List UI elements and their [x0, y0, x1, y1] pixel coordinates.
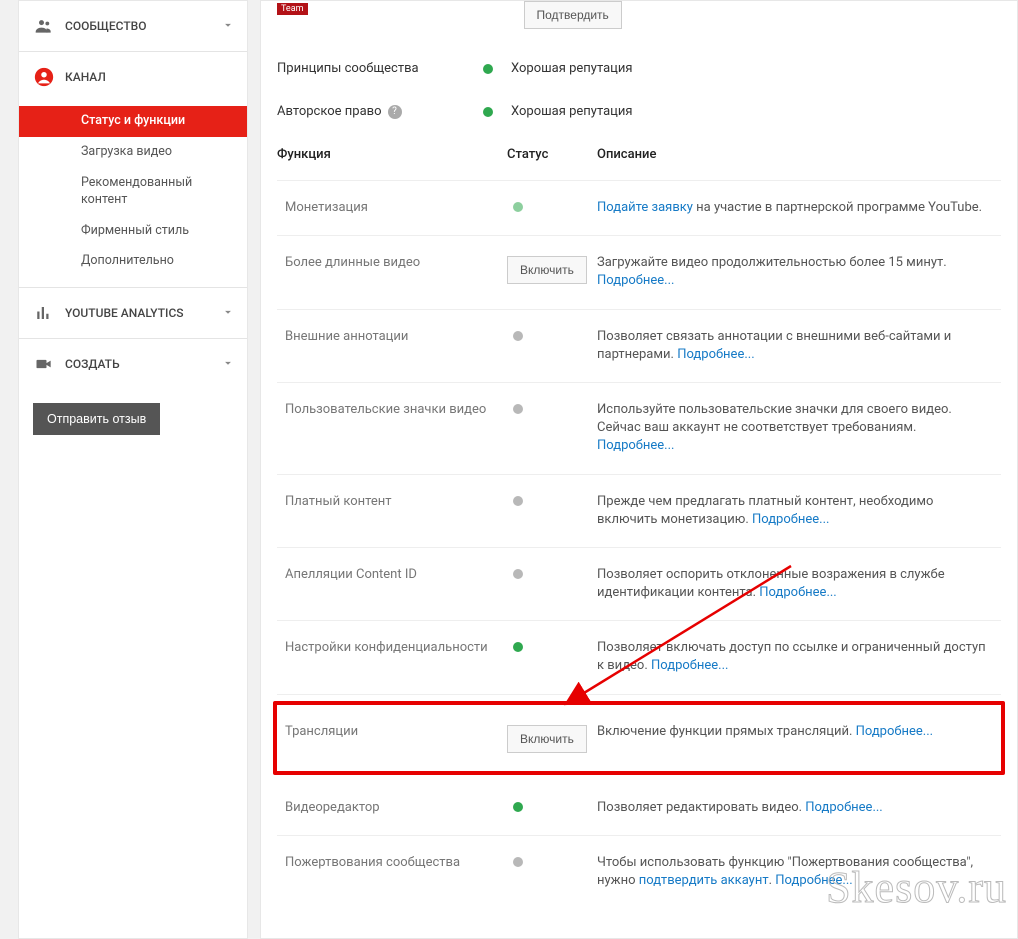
feature-status: Включить	[507, 723, 597, 753]
sidebar-item-analytics[interactable]: YOUTUBE ANALYTICS	[19, 288, 247, 338]
kv-label: Принципы сообщества	[277, 61, 477, 76]
channel-subnav: Статус и функции Загрузка видео Рекоменд…	[19, 102, 247, 287]
feature-row-paid-content: Платный контент Прежде чем предлагать пл…	[277, 475, 1001, 548]
enable-live-button[interactable]: Включить	[507, 725, 587, 753]
feature-row-community-donations: Пожертвования сообщества Чтобы использов…	[277, 836, 1001, 908]
kv-value: Хорошая репутация	[511, 104, 633, 119]
feature-status	[507, 566, 597, 583]
feature-desc: Чтобы использовать функцию "Пожертвовани…	[597, 854, 993, 890]
sidebar-label: СОЗДАТЬ	[65, 357, 120, 371]
feature-name: Платный контент	[285, 493, 507, 511]
sidebar-label: КАНАЛ	[65, 70, 106, 84]
feature-status	[507, 854, 597, 871]
feature-name: Более длинные видео	[285, 254, 507, 272]
feature-desc: Используйте пользовательские значки для …	[597, 401, 993, 456]
learn-more-link[interactable]: Подробнее...	[597, 273, 674, 288]
bar-chart-icon	[33, 302, 55, 324]
feature-row-contentid-appeals: Апелляции Content ID Позволяет оспорить …	[277, 548, 1001, 621]
learn-more-link[interactable]: Подробнее...	[805, 800, 882, 815]
feature-status	[507, 328, 597, 345]
learn-more-link[interactable]: Подробнее...	[651, 658, 728, 673]
creator-sidebar: СООБЩЕСТВО КАНАЛ Статус и функции Загруз…	[18, 0, 248, 939]
chevron-down-icon	[221, 356, 235, 373]
feature-desc: Позволяет редактировать видео. Подробнее…	[597, 799, 993, 817]
send-feedback-button[interactable]: Отправить отзыв	[33, 403, 160, 435]
col-description: Описание	[597, 147, 1001, 162]
feature-row-monetization: Монетизация Подайте заявку на участие в …	[277, 181, 1001, 236]
feature-desc: Подайте заявку на участие в партнерской …	[597, 199, 993, 217]
feature-status	[507, 639, 597, 656]
main-panel: Team Подтвердить Принципы сообщества Хор…	[260, 0, 1018, 939]
row-copyright: Авторское право ? Хорошая репутация	[277, 90, 1001, 133]
feature-status	[507, 401, 597, 418]
chevron-down-icon	[221, 18, 235, 35]
row-community-principles: Принципы сообщества Хорошая репутация	[277, 47, 1001, 90]
feature-desc: Позволяет включать доступ по ссылке и ог…	[597, 639, 993, 675]
sidebar-label: СООБЩЕСТВО	[65, 19, 146, 33]
subitem-advanced[interactable]: Дополнительно	[19, 246, 247, 277]
feature-row-longer-videos: Более длинные видео Включить Загружайте …	[277, 236, 1001, 309]
learn-more-link[interactable]: Подробнее...	[752, 512, 829, 527]
confirm-button[interactable]: Подтвердить	[524, 1, 622, 29]
feature-name: Апелляции Content ID	[285, 566, 507, 584]
subitem-status[interactable]: Статус и функции	[19, 106, 247, 137]
feature-desc: Включение функции прямых трансляций. Под…	[597, 723, 993, 741]
videocam-icon	[33, 353, 55, 375]
col-function: Функция	[277, 147, 507, 162]
feature-status	[507, 799, 597, 816]
confirm-row: Team Подтвердить	[277, 1, 1001, 47]
feature-name: Пользовательские значки видео	[285, 401, 507, 419]
sidebar-label: YOUTUBE ANALYTICS	[65, 306, 184, 320]
subitem-recommended[interactable]: Рекомендованный контент	[19, 168, 247, 216]
learn-more-link[interactable]: Подробнее...	[677, 347, 754, 362]
user-circle-icon	[33, 66, 55, 88]
kv-value: Хорошая репутация	[511, 61, 633, 76]
learn-more-link[interactable]: Подробнее...	[856, 724, 933, 739]
feature-row-live-streaming: Трансляции Включить Включение функции пр…	[277, 705, 1001, 771]
status-dot-green	[483, 64, 493, 74]
feature-name: Пожертвования сообщества	[285, 854, 507, 872]
chevron-down-icon	[221, 305, 235, 322]
feature-name: Трансляции	[285, 723, 507, 741]
feature-desc: Загружайте видео продолжительностью боле…	[597, 254, 993, 290]
feature-name: Настройки конфиденциальности	[285, 639, 507, 657]
learn-more-link[interactable]: Подробнее...	[597, 438, 674, 453]
feature-status: Включить	[507, 254, 597, 284]
feature-status	[507, 199, 597, 216]
verify-account-link[interactable]: подтвердить аккаунт	[639, 873, 769, 888]
kv-label: Авторское право ?	[277, 104, 477, 119]
feature-status	[507, 493, 597, 510]
feature-row-external-annotations: Внешние аннотации Позволяет связать анно…	[277, 310, 1001, 383]
col-status: Статус	[507, 147, 597, 162]
sidebar-item-create[interactable]: СОЗДАТЬ	[19, 339, 247, 389]
learn-more-link[interactable]: Подробнее...	[775, 873, 852, 888]
help-icon[interactable]: ?	[388, 105, 402, 119]
sidebar-item-community[interactable]: СООБЩЕСТВО	[19, 1, 247, 51]
feature-row-privacy-settings: Настройки конфиденциальности Позволяет в…	[277, 621, 1001, 694]
highlight-box: Трансляции Включить Включение функции пр…	[273, 701, 1005, 775]
feature-desc: Прежде чем предлагать платный контент, н…	[597, 493, 993, 529]
feature-name: Монетизация	[285, 199, 507, 217]
feature-row-video-editor: Видеоредактор Позволяет редактировать ви…	[277, 781, 1001, 836]
feature-row-custom-thumbnails: Пользовательские значки видео Используйт…	[277, 383, 1001, 475]
feature-name: Видеоредактор	[285, 799, 507, 817]
subitem-branding[interactable]: Фирменный стиль	[19, 216, 247, 247]
learn-more-link[interactable]: Подробнее...	[759, 585, 836, 600]
apply-link[interactable]: Подайте заявку	[597, 200, 693, 215]
feature-desc: Позволяет связать аннотации с внешними в…	[597, 328, 993, 364]
feature-header: Функция Статус Описание	[277, 133, 1001, 181]
feature-desc: Позволяет оспорить отклоненные возражени…	[597, 566, 993, 602]
sidebar-item-channel[interactable]: КАНАЛ	[19, 52, 247, 102]
feature-name: Внешние аннотации	[285, 328, 507, 346]
people-icon	[33, 15, 55, 37]
enable-button[interactable]: Включить	[507, 256, 587, 284]
status-dot-green	[483, 107, 493, 117]
subitem-upload[interactable]: Загрузка видео	[19, 137, 247, 168]
team-badge: Team	[277, 3, 308, 15]
